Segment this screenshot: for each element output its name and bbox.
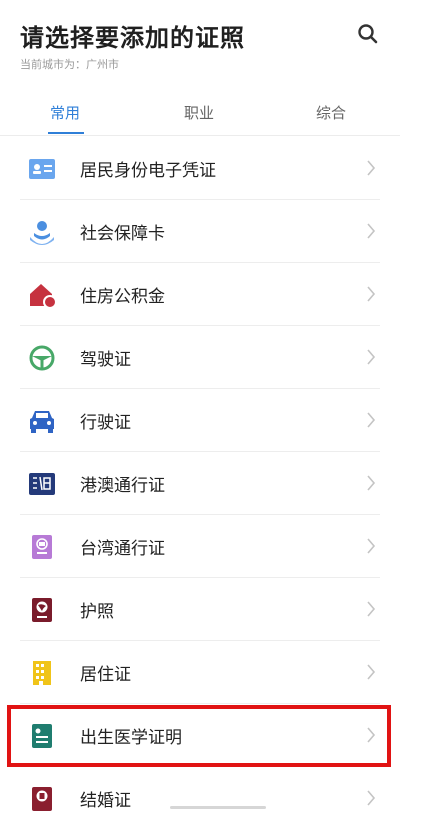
category-tabs: 常用 职业 综合	[0, 94, 400, 136]
passport-icon	[28, 597, 56, 623]
current-city-text: 当前城市为：广州市	[20, 58, 119, 71]
tab-general[interactable]: 综合	[316, 102, 346, 123]
id-card-icon	[28, 156, 56, 182]
search-icon[interactable]	[356, 22, 380, 46]
list-item-id-card[interactable]: 居民身份电子凭证	[0, 137, 400, 200]
chevron-right-icon	[367, 286, 376, 302]
steering-wheel-icon	[28, 345, 56, 371]
list-item-label: 居住证	[80, 665, 131, 685]
scroll-indicator	[170, 806, 266, 809]
hand-person-icon	[28, 219, 56, 245]
header: 请选择要添加的证照 当前城市为：广州市	[0, 0, 423, 90]
chevron-right-icon	[367, 790, 376, 806]
marriage-cert-icon	[28, 786, 56, 812]
list-item-label: 行驶证	[80, 413, 131, 433]
list-item-marriage-certificate[interactable]: 结婚证	[0, 767, 400, 819]
list-item-taiwan-pass[interactable]: 台湾通行证	[0, 515, 400, 578]
hk-macau-badge-icon	[28, 471, 56, 497]
list-item-label: 社会保障卡	[80, 224, 165, 244]
list-item-hk-macau-pass[interactable]: 港澳通行证	[0, 452, 400, 515]
list-item-vehicle-license[interactable]: 行驶证	[0, 389, 400, 452]
list-item-housing-fund[interactable]: 住房公积金	[0, 263, 400, 326]
tab-common[interactable]: 常用	[50, 102, 80, 123]
chevron-right-icon	[367, 475, 376, 491]
list-item-passport[interactable]: 护照	[0, 578, 400, 641]
building-icon	[28, 660, 56, 686]
list-item-driver-license[interactable]: 驾驶证	[0, 326, 400, 389]
highlight-box	[7, 705, 391, 767]
house-icon	[28, 282, 57, 309]
search-button[interactable]	[356, 22, 380, 46]
active-tab-indicator	[48, 132, 84, 134]
chevron-right-icon	[367, 223, 376, 239]
list-item-label: 台湾通行证	[80, 539, 165, 559]
list-item-residence-permit[interactable]: 居住证	[0, 641, 400, 704]
chevron-right-icon	[367, 412, 376, 428]
list-item-label: 护照	[80, 602, 114, 622]
list-item-label: 驾驶证	[80, 350, 131, 370]
list-item-label: 居民身份电子凭证	[80, 161, 216, 181]
list-item-label: 港澳通行证	[80, 476, 165, 496]
chevron-right-icon	[367, 664, 376, 680]
list-item-label: 住房公积金	[80, 287, 165, 307]
chevron-right-icon	[367, 160, 376, 176]
chevron-right-icon	[367, 601, 376, 617]
page-title: 请选择要添加的证照	[20, 24, 245, 52]
car-icon	[28, 408, 56, 434]
list-item-label: 结婚证	[80, 791, 131, 811]
chevron-right-icon	[367, 538, 376, 554]
taiwan-pass-icon	[28, 534, 56, 560]
chevron-right-icon	[367, 349, 376, 365]
list-item-social-security[interactable]: 社会保障卡	[0, 200, 400, 263]
tab-occupation[interactable]: 职业	[184, 102, 214, 123]
